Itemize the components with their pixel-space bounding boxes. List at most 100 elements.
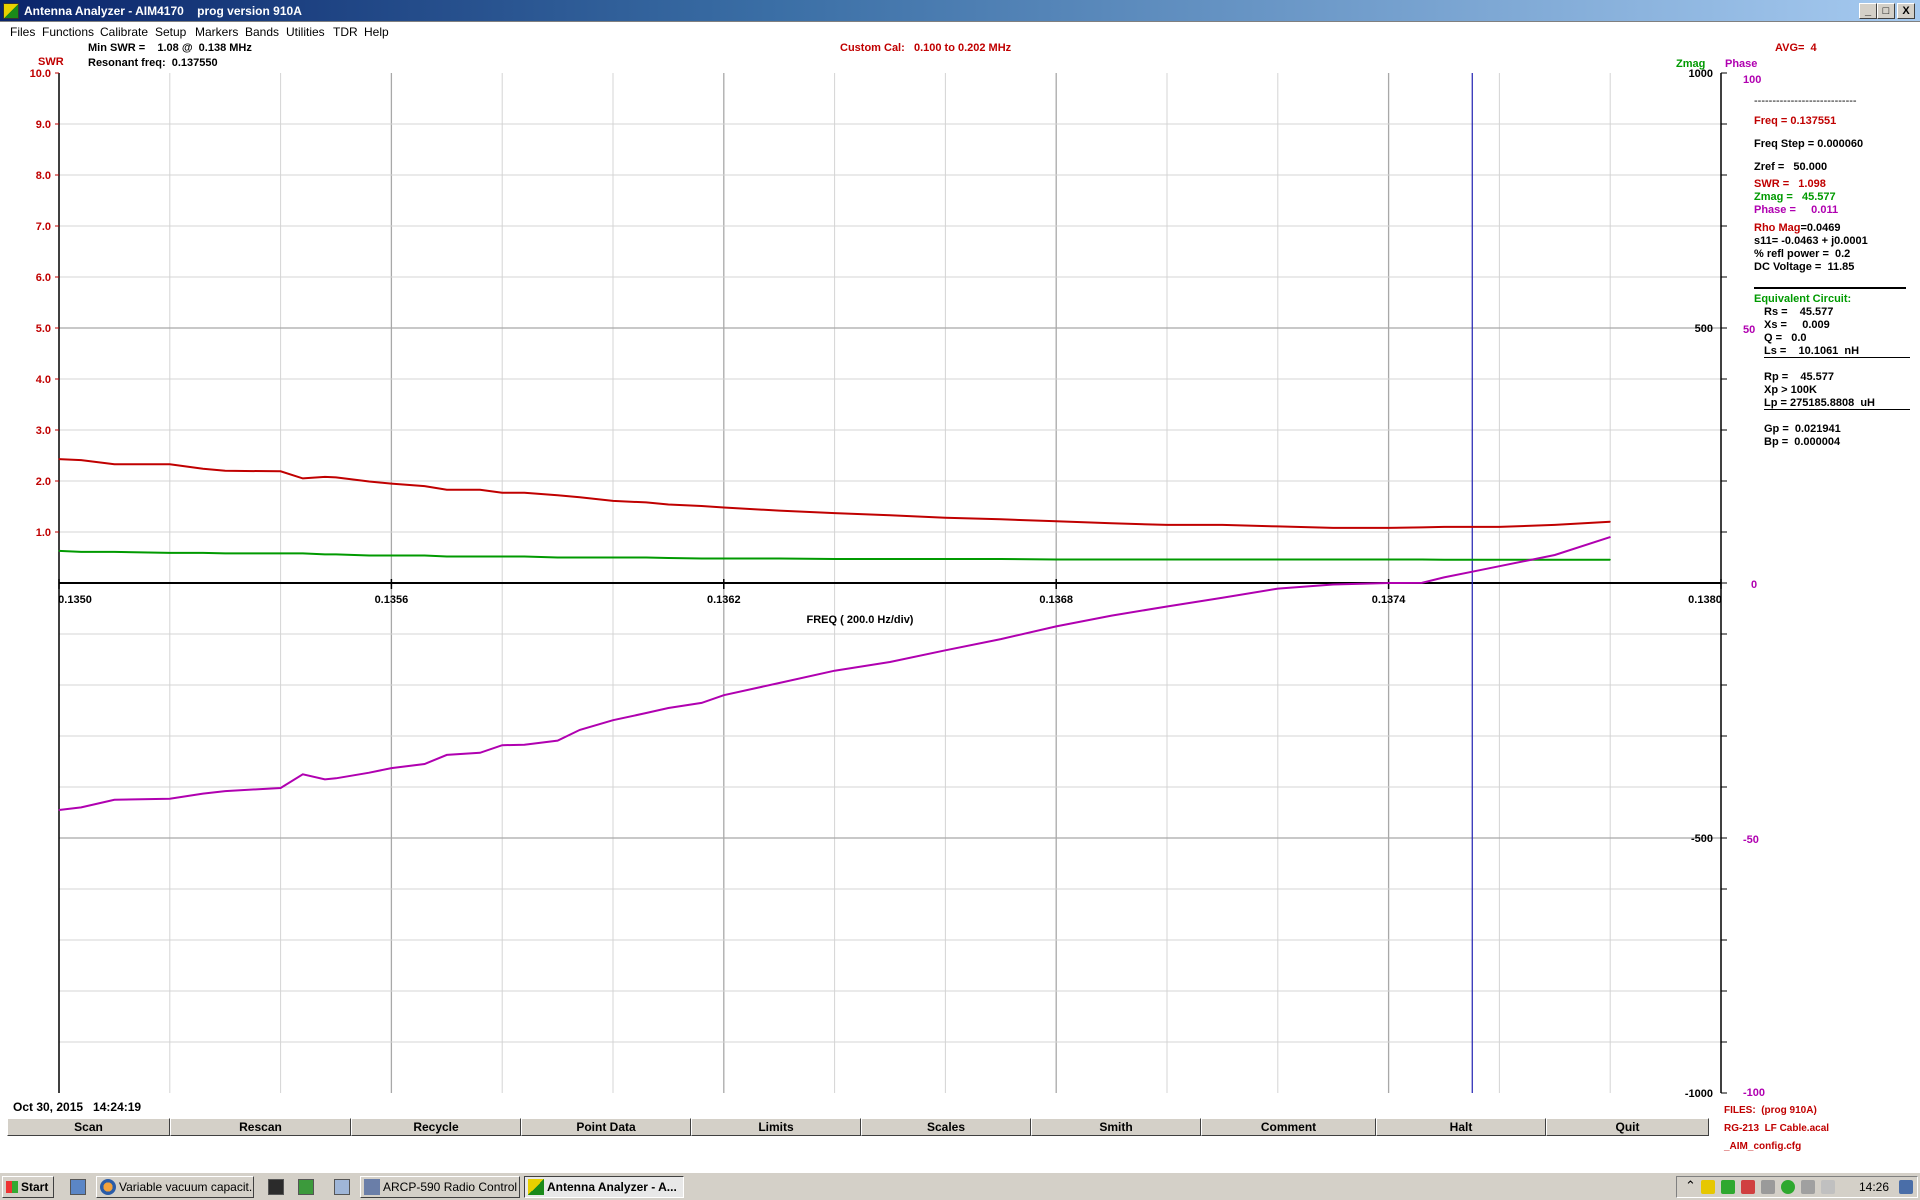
zmag-data-point — [335, 553, 337, 556]
swr-data-point — [501, 492, 503, 494]
zmag-data-point — [889, 558, 891, 560]
swr-data-point — [58, 458, 60, 460]
swr-data-point — [1111, 522, 1113, 524]
phase-data-point — [368, 772, 370, 774]
zmag-data-point — [58, 550, 60, 552]
swr-data-point — [113, 463, 115, 465]
phase-tick-label: -50 — [1743, 834, 1759, 846]
task-arcp590[interactable]: ARCP-590 Radio Control ... — [360, 1176, 520, 1198]
scan-button[interactable]: Scan — [7, 1118, 170, 1136]
readout-gp: Gp = 0.021941 — [1764, 423, 1841, 435]
analyzer-plot: 0.1350 0.1356 0.1362 0.1368 0.1374 0.1380 FREQ… — [30, 68, 1765, 1100]
limits-button[interactable]: Limits — [691, 1118, 861, 1136]
phase-data-point — [169, 798, 171, 800]
task-firefox[interactable]: Variable vacuum capacit... — [96, 1176, 254, 1198]
readout-lp: Lp = 275185.8808 uH — [1764, 397, 1910, 410]
app-quicklaunch-icon[interactable] — [268, 1179, 284, 1195]
phase-data-point — [557, 740, 559, 742]
analyzer-icon — [528, 1179, 544, 1195]
files-cfg: _AIM_config.cfg — [1724, 1141, 1802, 1152]
smith-button[interactable]: Smith — [1031, 1118, 1201, 1136]
action-center-icon[interactable] — [1899, 1180, 1913, 1194]
phase-data-point — [1421, 582, 1423, 584]
custom-cal-label: Custom Cal: 0.100 to 0.202 MHz — [840, 42, 1012, 54]
phase-data-point — [701, 702, 703, 704]
show-desktop-icon[interactable] — [70, 1179, 86, 1195]
swr-data-point — [723, 506, 725, 509]
phase-data-point — [1443, 576, 1445, 579]
zmag-data-point — [645, 556, 647, 559]
readout-rho: Rho Mag=0.0469 — [1754, 222, 1841, 234]
zmag-data-point — [1055, 558, 1057, 561]
monitor-icon[interactable] — [1801, 1180, 1815, 1194]
swr-data-point — [1498, 526, 1500, 528]
rescan-button[interactable]: Rescan — [170, 1118, 351, 1136]
swr-data-point — [1443, 526, 1445, 528]
update-icon[interactable] — [1781, 1180, 1795, 1194]
zmag-data-point — [834, 558, 836, 560]
x-tick-label: 0.1362 — [707, 594, 741, 606]
map-quicklaunch-icon[interactable] — [298, 1179, 314, 1195]
swr-tick-label: 7.0 — [36, 221, 51, 233]
phase-data-point — [424, 763, 426, 765]
swr-data-point — [645, 501, 647, 503]
volume-icon[interactable] — [1821, 1180, 1835, 1194]
network-icon[interactable] — [1721, 1180, 1735, 1194]
avg-label: AVG= 4 — [1775, 42, 1817, 54]
readout-s11: s11= -0.0463 + j0.0001 — [1754, 235, 1868, 247]
swr-tick-label: 8.0 — [36, 170, 51, 182]
comment-button[interactable]: Comment — [1201, 1118, 1376, 1136]
zmag-data-point — [113, 551, 115, 553]
recycle-button[interactable]: Recycle — [351, 1118, 521, 1136]
readout-swr: SWR = 1.098 — [1754, 178, 1826, 190]
zmag-data-point — [1111, 558, 1113, 561]
swr-data-point — [302, 477, 304, 479]
zmag-data-point — [302, 552, 304, 555]
phase-tick-label: 50 — [1743, 324, 1755, 336]
equivalent-circuit-title: Equivalent Circuit: — [1754, 293, 1852, 305]
phase-data-point — [80, 806, 82, 809]
chevron-up-icon[interactable]: ⌃ — [1685, 1178, 1696, 1194]
x-tick-label: 0.1380 — [1688, 594, 1722, 606]
quit-button[interactable]: Quit — [1546, 1118, 1709, 1136]
zmag-data-point — [1443, 559, 1445, 561]
point-data-button[interactable]: Point Data — [521, 1118, 691, 1136]
halt-button[interactable]: Halt — [1376, 1118, 1546, 1136]
start-button[interactable]: Start — [2, 1176, 54, 1198]
resonant-freq-label: Resonant freq: 0.137550 — [88, 57, 218, 69]
swr-tick-label: 4.0 — [36, 374, 51, 386]
swr-data-point — [1277, 525, 1279, 528]
scales-button[interactable]: Scales — [861, 1118, 1031, 1136]
readout-refl-power: % refl power = 0.2 — [1754, 248, 1851, 260]
clock: 14:26 — [1858, 1180, 1889, 1194]
phase-data-point — [446, 754, 448, 756]
calculator-quicklaunch-icon[interactable] — [334, 1179, 350, 1195]
swr-data-point — [1554, 524, 1556, 526]
security-icon[interactable] — [1741, 1180, 1755, 1194]
phase-data-point — [302, 773, 304, 775]
swr-data-point — [778, 510, 780, 512]
warning-icon[interactable] — [1701, 1180, 1715, 1194]
readout-bp: Bp = 0.000004 — [1764, 436, 1841, 448]
swr-tick-label: 10.0 — [30, 68, 51, 80]
phase-data-point — [1166, 605, 1168, 608]
zmag-tick-label: -1000 — [1685, 1088, 1713, 1100]
phase-data-point — [324, 778, 326, 781]
task-antenna-analyzer[interactable]: Antenna Analyzer - A... — [524, 1176, 684, 1198]
swr-tick-label: 5.0 — [36, 323, 51, 335]
swr-data-point — [557, 494, 559, 496]
files-cal: RG-213 LF Cable.acal — [1724, 1123, 1830, 1134]
flag-icon[interactable] — [1761, 1180, 1775, 1194]
task-arcp590-label: ARCP-590 Radio Control ... — [383, 1180, 520, 1194]
swr-data-point — [1471, 526, 1473, 528]
phase-data-point — [335, 777, 337, 779]
phase-data-point — [723, 694, 725, 696]
zmag-data-point — [1166, 558, 1168, 561]
readout-q: Q = 0.0 — [1764, 332, 1807, 344]
swr-data-point — [579, 496, 581, 498]
x-tick-label: 0.1350 — [58, 594, 92, 606]
phase-data-point — [1498, 565, 1500, 567]
zmag-tick-label: 500 — [1695, 323, 1713, 335]
phase-data-point — [390, 767, 392, 769]
zmag-tick-label: -500 — [1691, 833, 1713, 845]
